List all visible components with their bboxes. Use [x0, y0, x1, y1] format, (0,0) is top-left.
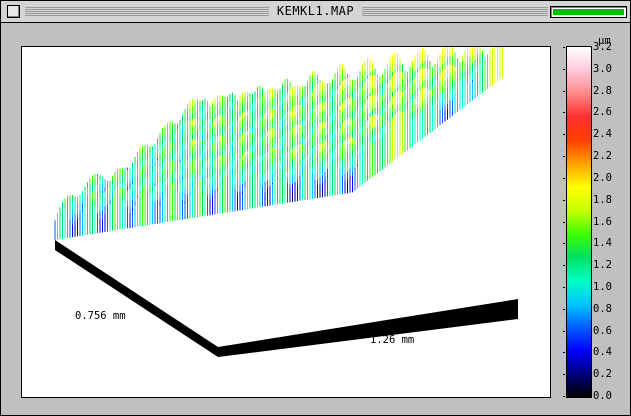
scale-tick-label: 1.8 [593, 193, 612, 206]
color-scale-bar [566, 46, 592, 398]
scale-tick-label: 0.6 [593, 324, 612, 337]
scale-tick-label: 3.2 [593, 41, 612, 53]
scale-tick [563, 90, 565, 92]
scale-tick [563, 221, 565, 223]
scale-tick [563, 352, 565, 354]
scale-tick [563, 286, 565, 288]
surface-plot-area: 0.756 mm 1.26 mm [21, 46, 551, 398]
scale-tick [563, 265, 565, 267]
scale-tick [563, 330, 565, 332]
scale-tick-label: 2.2 [593, 150, 612, 163]
scale-tick-label: 0.2 [593, 368, 612, 381]
scale-tick-label: 1.6 [593, 215, 612, 228]
progress-bar [550, 6, 627, 18]
scale-tick-label: 1.4 [593, 237, 612, 250]
scale-tick-label: 2.4 [593, 128, 612, 141]
scale-tick [563, 177, 565, 179]
scale-tick [563, 134, 565, 136]
scale-tick [563, 47, 565, 48]
surface-mesh [54, 47, 503, 240]
scale-tick [563, 374, 565, 376]
scale-tick-label: 0.4 [593, 346, 612, 359]
progress-bar-fill [553, 9, 624, 15]
title-bar[interactable]: KEMKL1.MAP [1, 1, 630, 23]
scale-tick-label: 2.8 [593, 84, 612, 97]
scale-tick [563, 68, 565, 70]
surface-base-front [218, 299, 518, 357]
x-extent-label: 1.26 mm [370, 334, 415, 346]
scale-tick-label: 1.2 [593, 259, 612, 272]
scale-tick-label: 0.8 [593, 302, 612, 315]
scale-tick-label: 2.6 [593, 106, 612, 119]
y-extent-label: 0.756 mm [75, 310, 126, 322]
scale-tick-label: 3.0 [593, 62, 612, 75]
scale-tick [563, 156, 565, 158]
scale-tick-label: 2.0 [593, 171, 612, 184]
scale-tick-label: 1.0 [593, 280, 612, 293]
window-title: KEMKL1.MAP [1, 4, 630, 18]
surface-3d-plot [54, 47, 518, 357]
surface-base-left [55, 240, 218, 357]
scale-tick-label: 0.0 [593, 390, 612, 402]
scale-tick [563, 243, 565, 245]
scale-tick [563, 112, 565, 114]
scale-tick [563, 308, 565, 310]
window: KEMKL1.MAP 0.756 mm 1.26 mm µm 3.2 3.0 2.8… [0, 0, 631, 416]
scale-tick [563, 396, 565, 397]
scale-tick [563, 199, 565, 201]
